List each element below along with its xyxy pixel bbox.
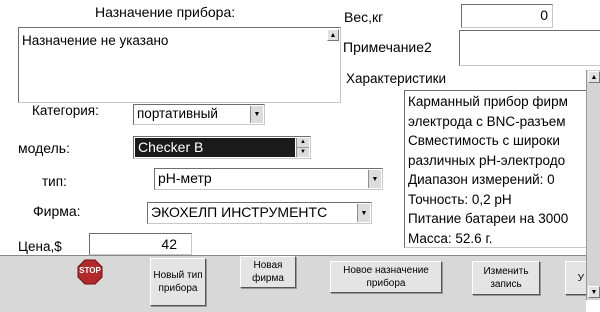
category-select[interactable]: портативный ▼ bbox=[133, 104, 265, 125]
dropdown-arrow-icon[interactable]: ▼ bbox=[357, 204, 370, 222]
new-firm-button[interactable]: Новая фирма bbox=[240, 256, 296, 288]
type-value: pH-метр bbox=[158, 170, 212, 186]
note2-input[interactable] bbox=[459, 30, 600, 66]
characteristics-line: различных pH-электродо bbox=[408, 152, 566, 168]
firm-label: Фирма: bbox=[33, 203, 81, 219]
characteristics-line: электрода с BNC-разъем bbox=[408, 113, 566, 129]
price-label: Цена,$ bbox=[18, 239, 62, 254]
purpose-value: Назначение не указано bbox=[22, 33, 169, 48]
new-type-button[interactable]: Новый тип прибора bbox=[150, 258, 206, 306]
characteristics-label: Характеристики bbox=[346, 71, 447, 86]
characteristics-line: Диапазон измерений: 0 bbox=[408, 172, 555, 187]
characteristics-line: Масса: 52.6 г. bbox=[408, 230, 493, 246]
characteristics-lines: Карманный прибор фирм электрода с BNC-раз… bbox=[408, 92, 569, 247]
model-spinner[interactable]: ▲ ▼ bbox=[296, 138, 309, 157]
scroll-up-icon[interactable]: ▲ bbox=[327, 29, 339, 41]
purpose-textarea[interactable]: Назначение не указано ▲ bbox=[18, 27, 341, 103]
scroll-down-icon[interactable]: ▼ bbox=[588, 286, 600, 298]
characteristics-textarea[interactable]: Карманный прибор фирм электрода с BNC-раз… bbox=[404, 90, 600, 248]
down-arrow-icon[interactable]: ▼ bbox=[297, 148, 309, 157]
category-label: Категория: bbox=[32, 103, 99, 118]
characteristics-line: Карманный прибор фирм bbox=[408, 94, 568, 109]
characteristics-line: Питание батареи на 3000 bbox=[408, 211, 569, 226]
cut-off-button[interactable]: У bbox=[565, 261, 586, 295]
type-select[interactable]: pH-метр ▼ bbox=[154, 168, 383, 190]
note2-label: Примечание2 bbox=[343, 39, 432, 55]
price-input[interactable]: 42 bbox=[89, 233, 192, 255]
weight-input[interactable]: 0 bbox=[461, 4, 553, 28]
type-label: тип: bbox=[42, 174, 67, 189]
purpose-scrollbar[interactable]: ▲ bbox=[326, 28, 340, 102]
purpose-label: Назначение прибора: bbox=[95, 4, 236, 20]
up-arrow-icon[interactable]: ▲ bbox=[297, 138, 309, 148]
characteristics-scrollbar[interactable]: ▲ ▼ bbox=[586, 70, 600, 300]
model-value: Checker B bbox=[138, 139, 204, 155]
weight-value: 0 bbox=[540, 7, 548, 23]
dropdown-arrow-icon[interactable]: ▼ bbox=[368, 170, 381, 188]
scroll-up-icon[interactable]: ▲ bbox=[588, 71, 600, 83]
price-value: 42 bbox=[161, 236, 177, 252]
firm-select[interactable]: ЭКОХЕЛП ИНСТРУМЕНТС ▼ bbox=[147, 202, 372, 224]
stop-button[interactable]: STOP bbox=[77, 259, 103, 285]
characteristics-line: Свместимость с широки bbox=[408, 133, 560, 148]
stop-label: STOP bbox=[79, 266, 101, 275]
dropdown-arrow-icon[interactable]: ▼ bbox=[250, 106, 263, 123]
characteristics-line: Точность: 0,2 pH bbox=[408, 191, 512, 207]
model-label: модель: bbox=[18, 140, 70, 156]
firm-value: ЭКОХЕЛП ИНСТРУМЕНТС bbox=[151, 204, 328, 220]
model-input[interactable]: Checker B ▲ ▼ bbox=[133, 136, 311, 159]
category-value: портативный bbox=[137, 106, 218, 121]
weight-label: Вес,кг bbox=[344, 9, 384, 25]
edit-record-button[interactable]: Изменить запись bbox=[472, 261, 540, 295]
new-purpose-button[interactable]: Новое назначение прибора bbox=[330, 261, 442, 293]
